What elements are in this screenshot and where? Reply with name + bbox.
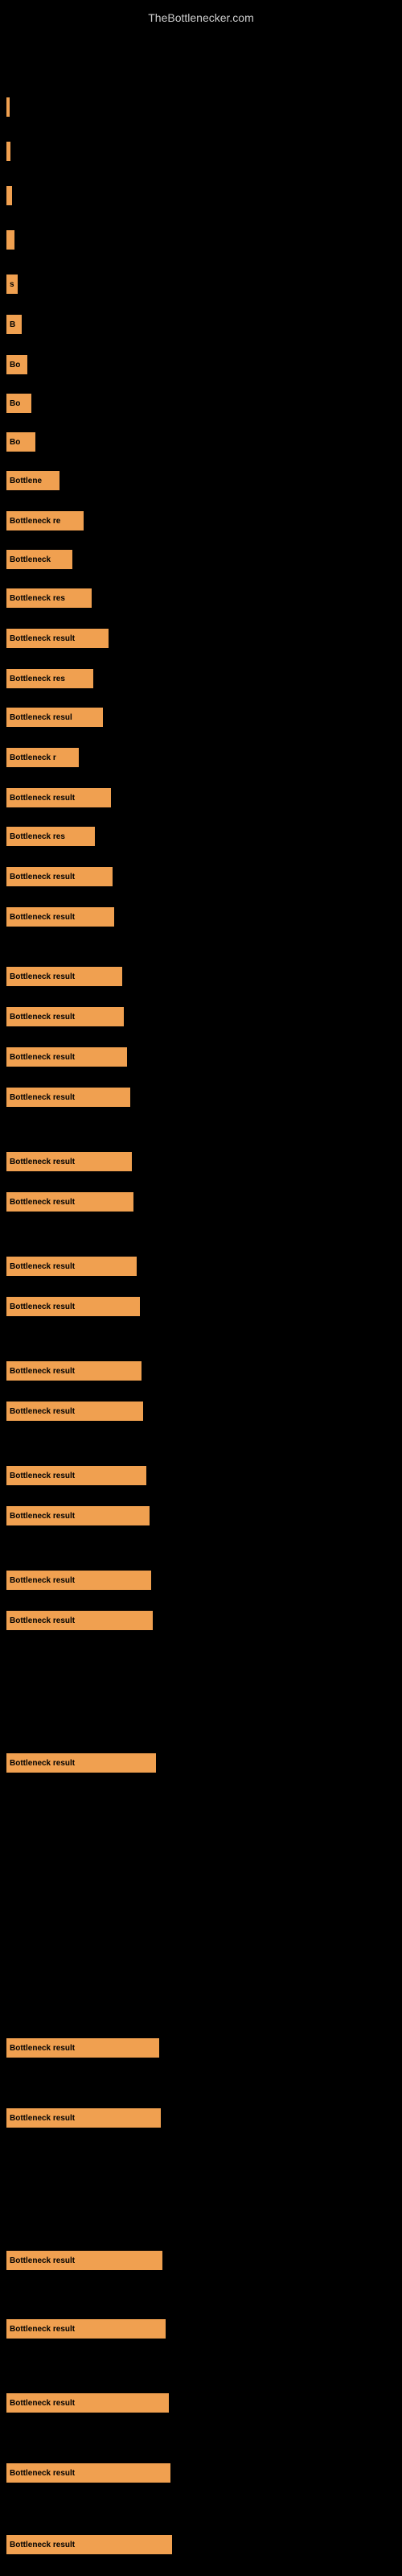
bar-item-34: Bottleneck result <box>6 1610 153 1631</box>
bar-label-5: B <box>10 320 15 329</box>
bar-item-30: Bottleneck result <box>6 1401 143 1422</box>
bar-label-30: Bottleneck result <box>10 1407 75 1416</box>
bar-label-13: Bottleneck result <box>10 634 75 643</box>
bar-item-10: Bottleneck re <box>6 510 84 531</box>
bar-label-10: Bottleneck re <box>10 517 60 526</box>
bar-label-16: Bottleneck r <box>10 753 56 762</box>
bar-label-29: Bottleneck result <box>10 1367 75 1376</box>
bar-label-8: Bo <box>10 438 20 447</box>
bar-item-22: Bottleneck result <box>6 1006 124 1027</box>
bar-label-9: Bottlene <box>10 477 42 485</box>
bar-label-21: Bottleneck result <box>10 972 75 981</box>
bar-label-36: Bottleneck result <box>10 2044 75 2053</box>
bar-item-38: Bottleneck result <box>6 2250 162 2271</box>
bar-label-41: Bottleneck result <box>10 2469 75 2478</box>
bar-item-14: Bottleneck res <box>6 668 93 689</box>
bar-item-25: Bottleneck result <box>6 1151 132 1172</box>
bar-item-32: Bottleneck result <box>6 1505 150 1526</box>
bar-label-28: Bottleneck result <box>10 1302 75 1311</box>
bar-item-31: Bottleneck result <box>6 1465 146 1486</box>
bar-item-33: Bottleneck result <box>6 1570 151 1591</box>
bar-label-25: Bottleneck result <box>10 1158 75 1166</box>
bar-item-42: Bottleneck result <box>6 2534 172 2555</box>
bar-label-27: Bottleneck result <box>10 1262 75 1271</box>
site-title: TheBottlenecker.com <box>0 5 402 27</box>
bar-item-26: Bottleneck result <box>6 1191 133 1212</box>
bar-label-34: Bottleneck result <box>10 1616 75 1625</box>
bar-item-27: Bottleneck result <box>6 1256 137 1277</box>
bar-item-1 <box>6 141 10 162</box>
bar-item-39: Bottleneck result <box>6 2318 166 2339</box>
bar-item-16: Bottleneck r <box>6 747 79 768</box>
bar-label-37: Bottleneck result <box>10 2114 75 2123</box>
bar-item-5: B <box>6 314 22 335</box>
bar-label-14: Bottleneck res <box>10 675 65 683</box>
bar-label-4: s <box>10 280 14 289</box>
bar-item-29: Bottleneck result <box>6 1360 142 1381</box>
bar-label-32: Bottleneck result <box>10 1512 75 1521</box>
bar-label-11: Bottleneck <box>10 555 51 564</box>
bar-item-6: Bo <box>6 354 27 375</box>
bar-label-6: Bo <box>10 361 20 369</box>
bar-item-4: s <box>6 274 18 295</box>
bar-label-39: Bottleneck result <box>10 2325 75 2334</box>
bar-item-18: Bottleneck res <box>6 826 95 847</box>
bar-item-23: Bottleneck result <box>6 1046 127 1067</box>
bar-item-17: Bottleneck result <box>6 787 111 808</box>
bar-item-12: Bottleneck res <box>6 588 92 609</box>
bar-label-17: Bottleneck result <box>10 794 75 803</box>
bar-item-9: Bottlene <box>6 470 59 491</box>
bar-label-33: Bottleneck result <box>10 1576 75 1585</box>
bar-item-41: Bottleneck result <box>6 2462 170 2483</box>
bar-item-13: Bottleneck result <box>6 628 109 649</box>
bar-item-3 <box>6 229 14 250</box>
bar-item-40: Bottleneck result <box>6 2392 169 2413</box>
bar-label-7: Bo <box>10 399 20 408</box>
bar-item-28: Bottleneck result <box>6 1296 140 1317</box>
bar-item-2 <box>6 185 12 206</box>
bar-label-20: Bottleneck result <box>10 913 75 922</box>
bar-item-20: Bottleneck result <box>6 906 114 927</box>
bar-label-15: Bottleneck resul <box>10 713 72 722</box>
bar-label-19: Bottleneck result <box>10 873 75 881</box>
bar-label-38: Bottleneck result <box>10 2256 75 2265</box>
bar-label-18: Bottleneck res <box>10 832 65 841</box>
bar-item-11: Bottleneck <box>6 549 72 570</box>
bar-label-12: Bottleneck res <box>10 594 65 603</box>
bar-label-31: Bottleneck result <box>10 1472 75 1480</box>
bar-item-19: Bottleneck result <box>6 866 113 887</box>
bar-item-21: Bottleneck result <box>6 966 122 987</box>
bar-label-23: Bottleneck result <box>10 1053 75 1062</box>
bar-label-40: Bottleneck result <box>10 2399 75 2408</box>
bar-label-24: Bottleneck result <box>10 1093 75 1102</box>
bar-item-15: Bottleneck resul <box>6 707 103 728</box>
bar-item-0 <box>6 97 10 118</box>
bar-label-42: Bottleneck result <box>10 2541 75 2549</box>
bar-item-8: Bo <box>6 431 35 452</box>
bar-item-36: Bottleneck result <box>6 2037 159 2058</box>
bar-item-37: Bottleneck result <box>6 2107 161 2128</box>
bar-item-24: Bottleneck result <box>6 1087 130 1108</box>
bar-label-35: Bottleneck result <box>10 1759 75 1768</box>
bar-label-26: Bottleneck result <box>10 1198 75 1207</box>
bar-label-22: Bottleneck result <box>10 1013 75 1022</box>
bar-item-7: Bo <box>6 393 31 414</box>
bar-item-35: Bottleneck result <box>6 1752 156 1773</box>
